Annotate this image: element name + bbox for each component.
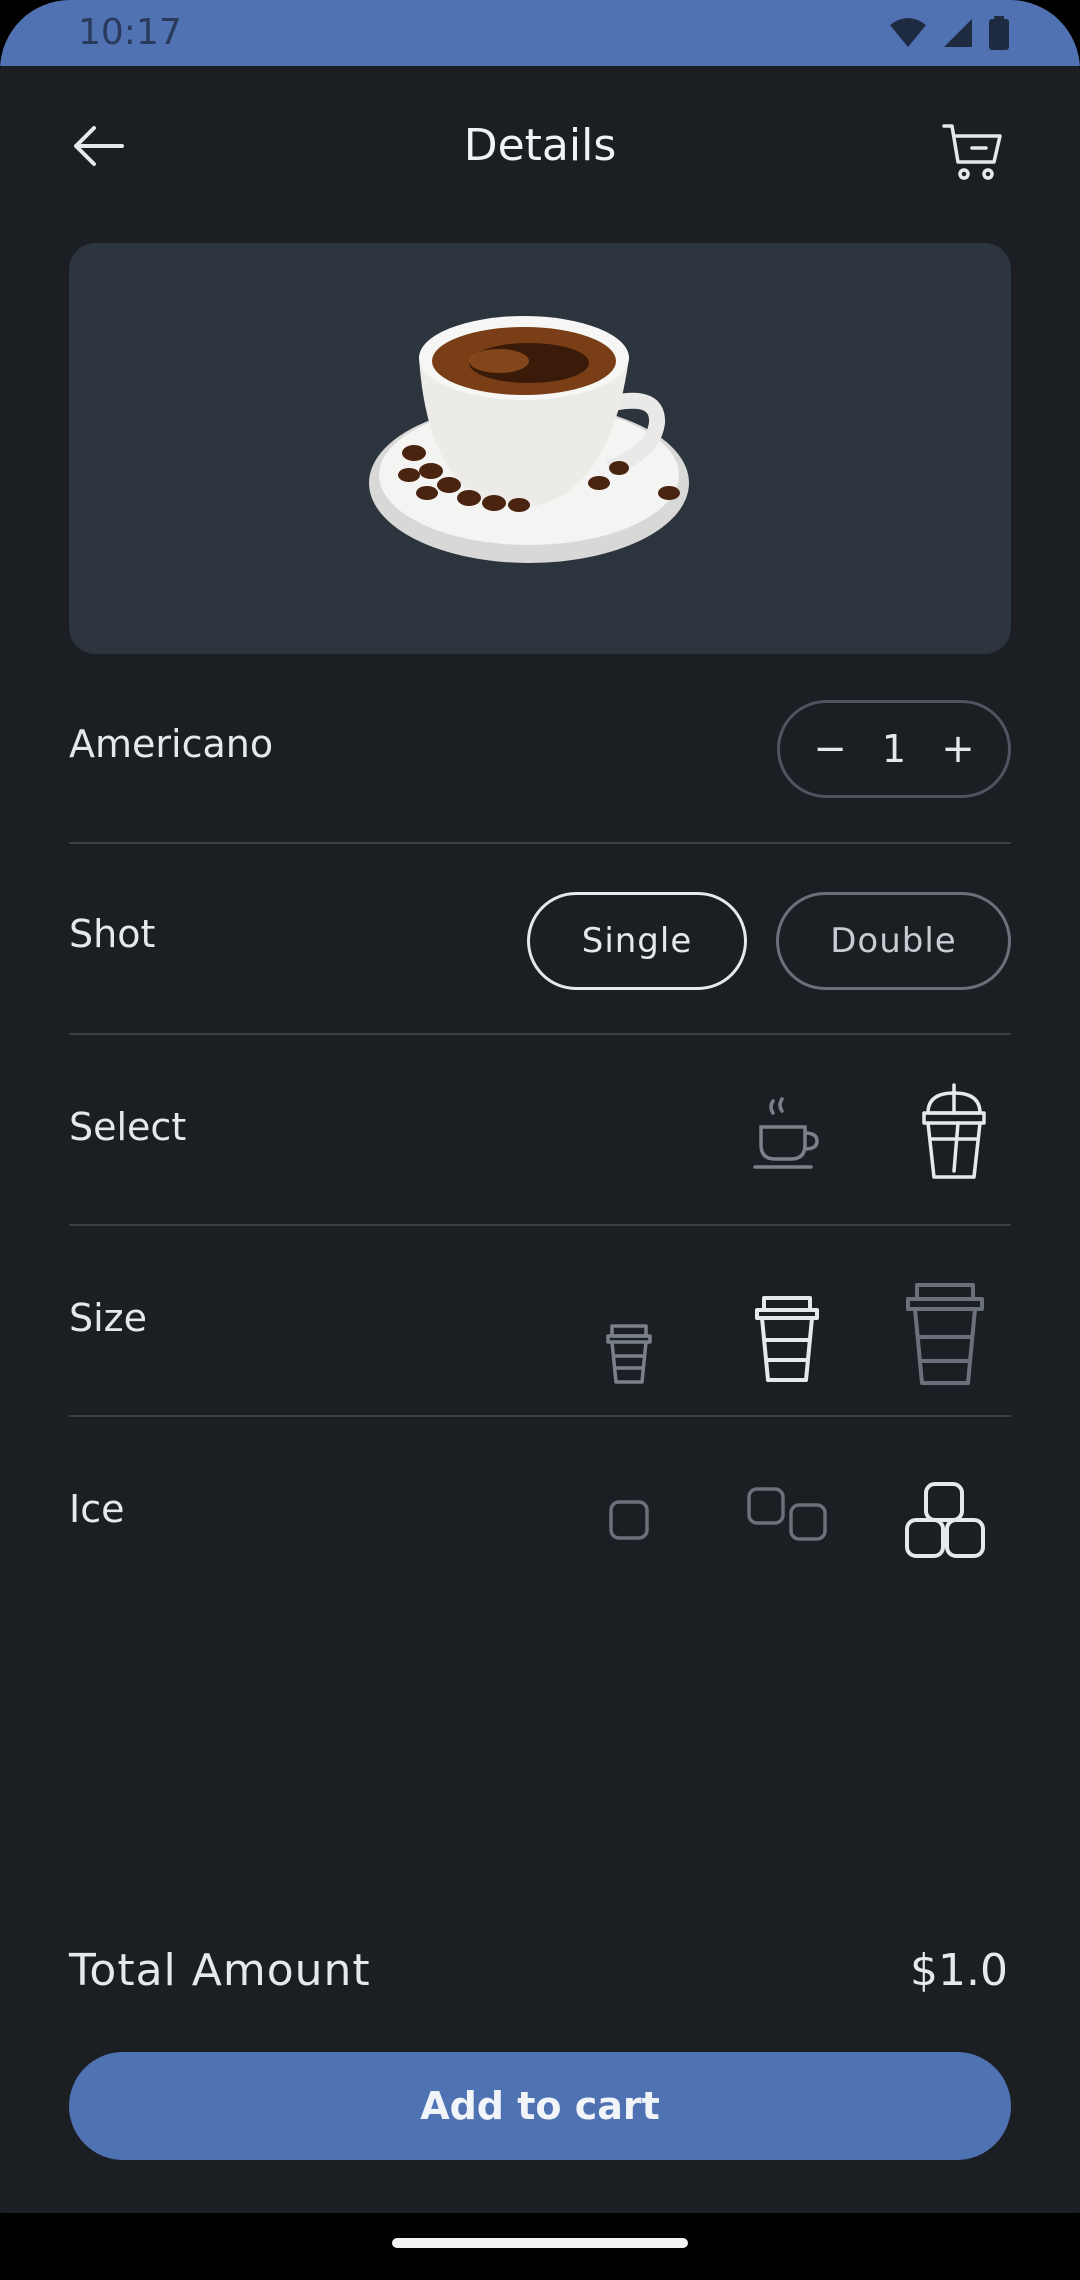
- shot-row: Shot Single Double: [69, 892, 1011, 1082]
- quantity-value: 1: [881, 727, 907, 771]
- ice-one-icon: [609, 1500, 649, 1540]
- divider: [69, 1415, 1011, 1417]
- cart-button[interactable]: [940, 120, 1010, 190]
- product-name: Americano: [69, 722, 274, 766]
- status-time: 10:17: [78, 12, 182, 53]
- add-to-cart-button[interactable]: Add to cart: [69, 2052, 1011, 2160]
- phone-screen: 10:17 Details Americano − 1 + Shot Singl…: [0, 0, 1080, 2280]
- total-label: Total Amount: [69, 1945, 371, 1996]
- ice-two-option[interactable]: [737, 1470, 837, 1560]
- select-label: Select: [69, 1105, 187, 1149]
- wifi-icon: [890, 18, 926, 47]
- small-cup-icon: [606, 1324, 652, 1384]
- divider: [69, 842, 1011, 844]
- signal-icon: [944, 19, 972, 47]
- page-title: Details: [463, 120, 617, 171]
- iced-cup-icon: [922, 1083, 986, 1179]
- battery-icon: [989, 16, 1009, 50]
- decrement-button[interactable]: −: [810, 726, 850, 772]
- hot-cup-option[interactable]: [739, 1083, 839, 1183]
- shot-label: Shot: [69, 912, 156, 956]
- select-row: Select: [69, 1083, 1011, 1273]
- large-cup-icon: [906, 1283, 984, 1385]
- product-image-card: [69, 243, 1011, 654]
- ice-label: Ice: [69, 1487, 125, 1531]
- divider: [69, 1033, 1011, 1035]
- iced-cup-option[interactable]: [904, 1083, 1004, 1183]
- medium-cup-icon: [755, 1296, 819, 1382]
- ice-row: Ice: [69, 1465, 1011, 1655]
- size-large-option[interactable]: [895, 1274, 995, 1394]
- hot-cup-icon: [753, 1097, 819, 1169]
- size-row: Size: [69, 1274, 1011, 1464]
- status-icons: [888, 16, 1010, 50]
- shot-option-single[interactable]: Single: [527, 892, 747, 990]
- ice-three-option[interactable]: [895, 1465, 995, 1575]
- shot-option-double[interactable]: Double: [776, 892, 1011, 990]
- size-small-option[interactable]: [589, 1314, 669, 1394]
- ice-one-option[interactable]: [594, 1485, 664, 1555]
- total-value: $1.0: [910, 1945, 1008, 1996]
- size-label: Size: [69, 1296, 148, 1340]
- size-medium-option[interactable]: [737, 1284, 837, 1394]
- quantity-stepper: − 1 +: [777, 700, 1011, 798]
- status-bar: 10:17: [0, 0, 1080, 66]
- ice-two-icon: [747, 1487, 827, 1541]
- divider: [69, 1224, 1011, 1226]
- cart-icon: [942, 124, 1002, 180]
- home-indicator[interactable]: [392, 2238, 688, 2248]
- coffee-cup-image: [369, 316, 689, 563]
- ice-three-icon: [905, 1482, 985, 1558]
- app-bar: Details: [0, 100, 1080, 200]
- increment-button[interactable]: +: [938, 726, 978, 772]
- product-row: Americano − 1 +: [69, 700, 1011, 890]
